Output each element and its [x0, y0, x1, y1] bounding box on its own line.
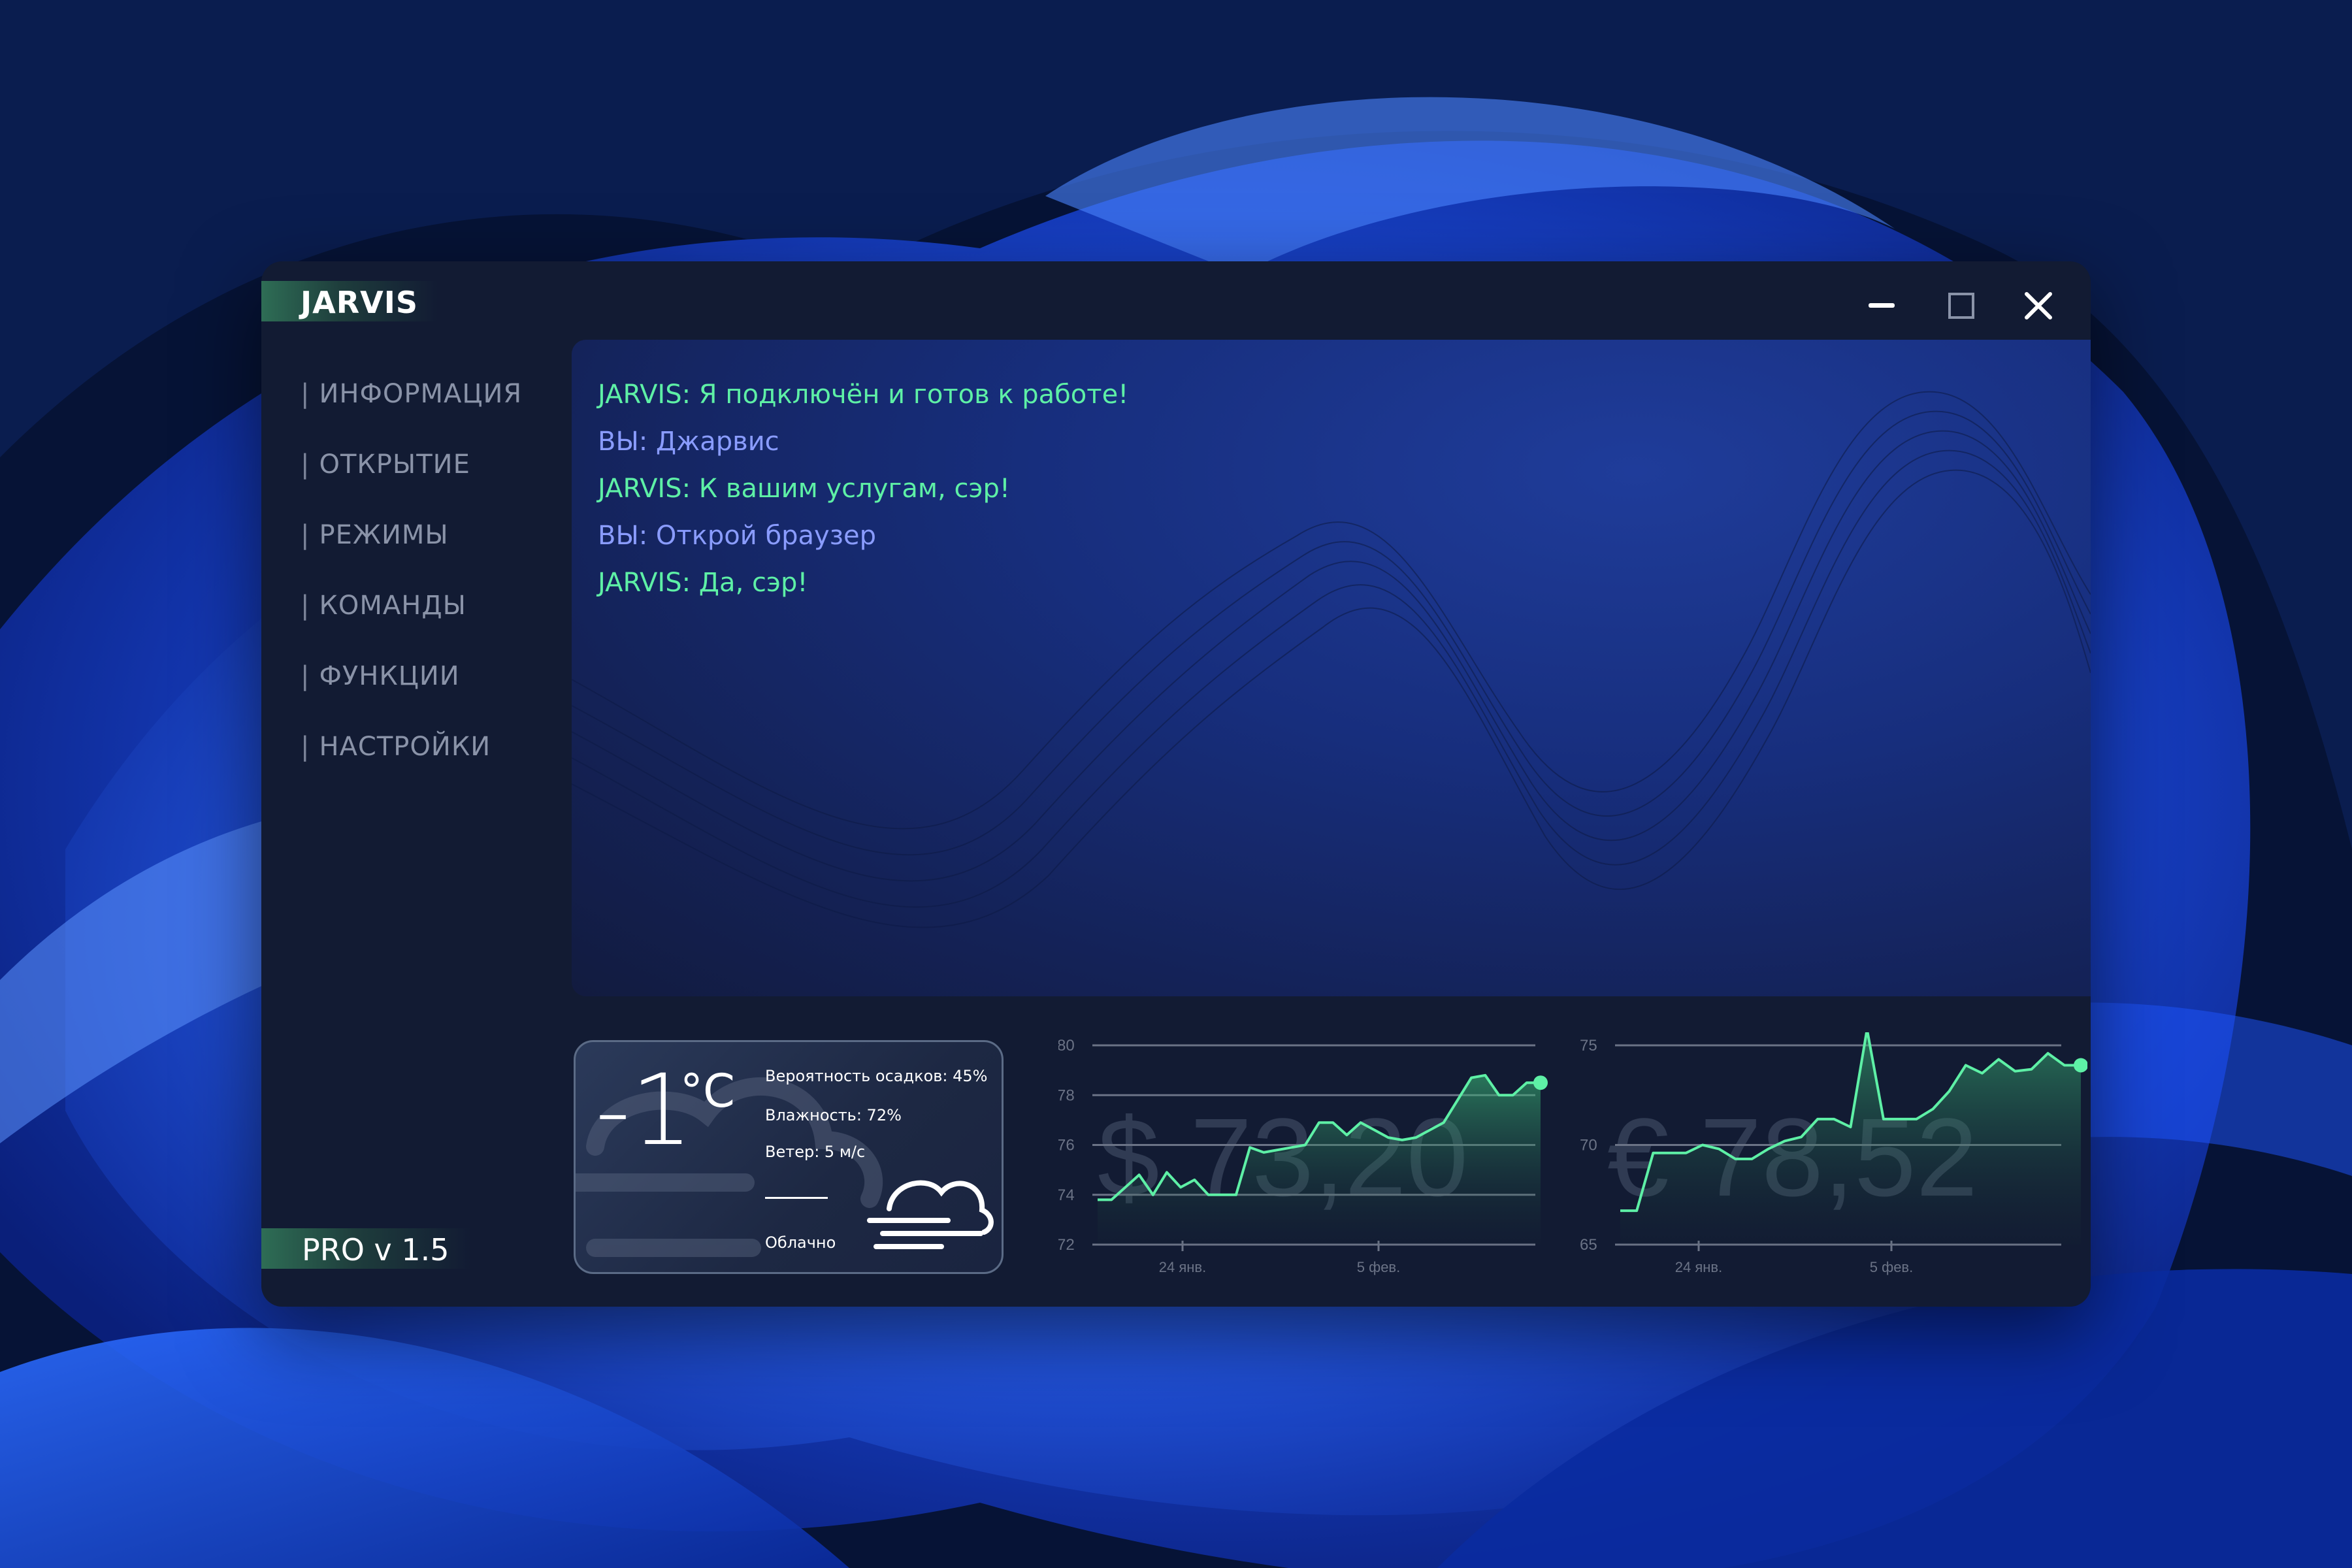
chat-messages: JARVIS: Я подключён и готов к работе! ВЫ… — [598, 371, 1128, 606]
chat-message-jarvis: JARVIS: Да, сэр! — [598, 568, 808, 598]
sidebar-item-label: ОТКРЫТИЕ — [319, 449, 470, 480]
sidebar: | ИНФОРМАЦИЯ | ОТКРЫТИЕ | РЕЖИМЫ | КОМАНДЫ |… — [261, 340, 568, 1307]
usd-y-tick-label: 80 — [1058, 1037, 1075, 1054]
weather-widget: -1 °C Вероятность осадков: 45% Влажность… — [574, 1040, 1004, 1274]
eur-y-tick-label: 65 — [1580, 1236, 1597, 1254]
eur-last-point — [2074, 1058, 2088, 1073]
usd-rate-chart: $ 73,20807876747224 янв.5 фев. — [1057, 1032, 1568, 1294]
maximize-icon — [1948, 293, 1974, 319]
usd-x-tick-label: 24 янв. — [1159, 1259, 1206, 1275]
weather-condition: Облачно — [765, 1233, 836, 1252]
weather-precipitation: Вероятность осадков: 45% — [765, 1067, 988, 1085]
eur-chart-svg: € 78,5275706524 янв.5 фев. — [1580, 1028, 2088, 1275]
sidebar-item-information[interactable]: | ИНФОРМАЦИЯ — [301, 379, 522, 409]
sidebar-item-label: РЕЖИМЫ — [319, 520, 449, 550]
close-icon — [2025, 292, 2052, 319]
sidebar-item-label: ИНФОРМАЦИЯ — [319, 379, 523, 409]
minimize-icon — [1869, 303, 1895, 308]
cloud-wind-icon — [867, 1180, 994, 1249]
weather-wind: Ветер: 5 м/с — [765, 1143, 866, 1161]
sidebar-item-label: ФУНКЦИИ — [319, 661, 460, 691]
minimize-button[interactable] — [1862, 286, 1901, 325]
sidebar-item-settings[interactable]: | НАСТРОЙКИ — [301, 732, 491, 762]
sidebar-item-marker: | — [301, 379, 310, 409]
eur-x-tick-label: 24 янв. — [1675, 1259, 1722, 1275]
close-button[interactable] — [2019, 286, 2058, 325]
eur-y-tick-label: 70 — [1580, 1137, 1597, 1154]
sidebar-item-marker: | — [301, 661, 310, 691]
sidebar-item-marker: | — [301, 732, 310, 762]
usd-x-tick-label: 5 фев. — [1357, 1259, 1400, 1275]
sidebar-item-modes[interactable]: | РЕЖИМЫ — [301, 520, 449, 550]
eur-x-tick-label: 5 фев. — [1870, 1259, 1913, 1275]
app-title: JARVIS — [261, 281, 438, 321]
app-window: JARVIS | ИНФОРМАЦИЯ | ОТКРЫТИЕ | РЕЖИМЫ — [261, 261, 2091, 1307]
chat-message-jarvis: JARVIS: К вашим услугам, сэр! — [598, 474, 1010, 504]
usd-y-tick-label: 74 — [1058, 1186, 1075, 1204]
temperature-unit: °C — [680, 1064, 735, 1118]
usd-chart-svg: $ 73,20807876747224 янв.5 фев. — [1057, 1037, 1548, 1275]
sidebar-item-functions[interactable]: | ФУНКЦИИ — [301, 661, 460, 691]
usd-last-point — [1533, 1075, 1548, 1090]
sidebar-item-marker: | — [301, 520, 310, 550]
sidebar-item-marker: | — [301, 449, 310, 480]
maximize-button[interactable] — [1940, 286, 1980, 325]
sidebar-item-open[interactable]: | ОТКРЫТИЕ — [301, 449, 470, 480]
version-label: PRO v 1.5 — [302, 1232, 449, 1267]
sidebar-item-marker: | — [301, 591, 310, 621]
chat-panel: JARVIS: Я подключён и готов к работе! ВЫ… — [572, 340, 2091, 996]
chat-message-jarvis: JARVIS: Я подключён и готов к работе! — [598, 380, 1129, 410]
sidebar-item-commands[interactable]: | КОМАНДЫ — [301, 591, 466, 621]
title-bar: JARVIS — [261, 261, 2091, 340]
eur-rate-chart: € 78,5275706524 янв.5 фев. — [1571, 1028, 2088, 1294]
version-badge: PRO v 1.5 — [261, 1228, 470, 1269]
sidebar-item-label: КОМАНДЫ — [319, 591, 466, 621]
usd-y-tick-label: 78 — [1058, 1086, 1075, 1104]
sidebar-item-label: НАСТРОЙКИ — [319, 732, 491, 762]
chat-message-user: ВЫ: Джарвис — [598, 427, 779, 457]
weather-divider — [765, 1197, 828, 1199]
usd-y-tick-label: 72 — [1058, 1236, 1075, 1254]
usd-y-tick-label: 76 — [1058, 1137, 1075, 1154]
eur-y-tick-label: 75 — [1580, 1037, 1597, 1054]
temperature-value: -1 — [595, 1054, 693, 1168]
app-title-text: JARVIS — [301, 285, 418, 320]
chat-message-user: ВЫ: Открой браузер — [598, 521, 876, 551]
weather-humidity: Влажность: 72% — [765, 1106, 902, 1124]
